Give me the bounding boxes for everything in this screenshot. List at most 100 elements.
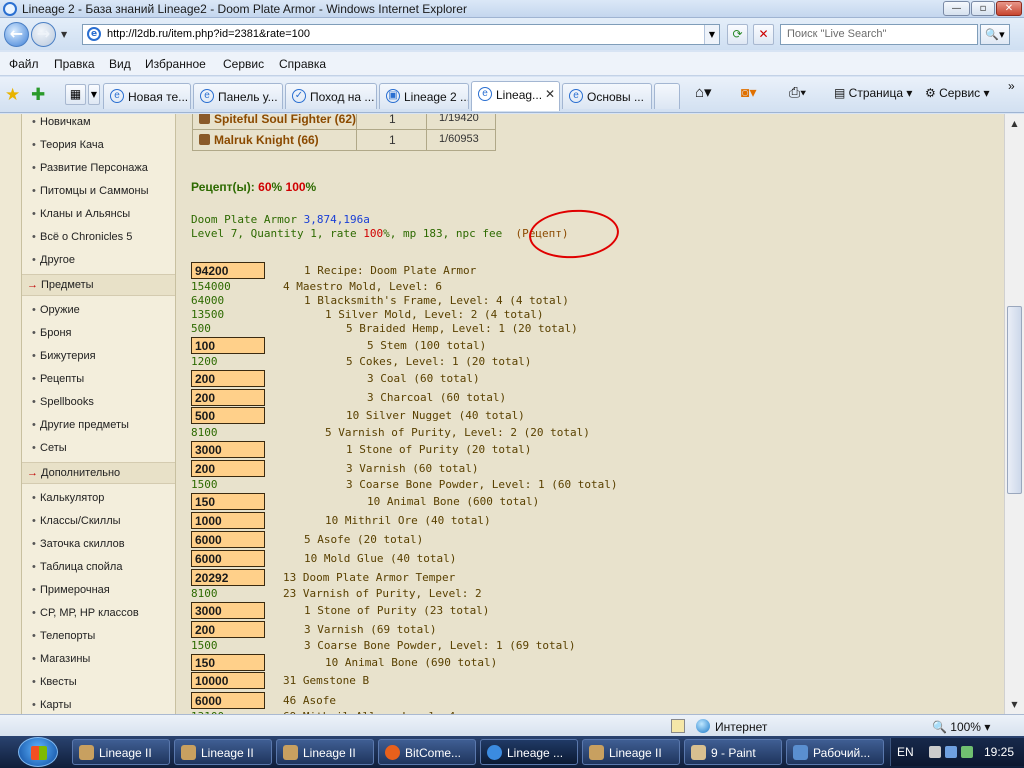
price-input[interactable]: 100 (191, 337, 265, 354)
volume-icon[interactable] (961, 746, 973, 758)
sidebar-item-development[interactable]: Развитие Персонажа (32, 162, 148, 174)
sidebar-item-pets[interactable]: Питомцы и Саммоны (32, 185, 148, 197)
price-input[interactable]: 200 (191, 621, 265, 638)
price-input[interactable]: 150 (191, 493, 265, 510)
sidebar-section-items[interactable]: → Предметы (22, 274, 175, 296)
zoom-level[interactable]: 🔍 100% ▾ (932, 720, 990, 734)
price-input[interactable]: 6000 (191, 550, 265, 567)
print-icon[interactable]: ⎙▾ (789, 84, 806, 101)
menu-edit[interactable]: Правка (54, 57, 95, 71)
price-input[interactable]: 200 (191, 460, 265, 477)
protected-mode-icon[interactable] (671, 719, 685, 733)
task-lineage-3[interactable]: Lineage II (276, 739, 374, 765)
history-dropdown-icon[interactable]: ▼ (61, 30, 67, 39)
task-lineage-4[interactable]: Lineage II (582, 739, 680, 765)
security-zone[interactable]: Интернет (715, 720, 767, 734)
tab-3[interactable]: ✓ Поход на ... (285, 83, 377, 109)
price-input[interactable]: 10000 (191, 672, 265, 689)
recipe-60-link[interactable]: 60 (258, 180, 271, 194)
sidebar-item-enchant[interactable]: Заточка скиллов (32, 538, 125, 550)
maximize-button[interactable]: ▫ (971, 1, 995, 16)
sidebar-item-shops[interactable]: Магазины (32, 653, 90, 665)
back-button[interactable]: ← (4, 22, 29, 47)
quick-tabs-icon[interactable]: ▦ (65, 84, 86, 105)
task-ie[interactable]: Lineage ... (480, 739, 578, 765)
sidebar-item-chronicles[interactable]: Всё о Chronicles 5 (32, 231, 132, 243)
menu-help[interactable]: Справка (279, 57, 326, 71)
language-indicator[interactable]: EN (897, 745, 914, 759)
monster-link[interactable]: Malruk Knight (66) (214, 133, 319, 147)
address-url[interactable]: http://l2db.ru/item.php?id=2381&rate=100 (107, 28, 310, 40)
scroll-thumb[interactable] (1007, 306, 1022, 494)
sidebar-item-classes[interactable]: Классы/Скиллы (32, 515, 121, 527)
price-input[interactable]: 3000 (191, 602, 265, 619)
recipe-100-link[interactable]: 100 (286, 180, 306, 194)
sidebar-item-fitting[interactable]: Примерочная (32, 584, 110, 596)
menu-favorites[interactable]: Избранное (145, 57, 206, 71)
sidebar-item-other[interactable]: Другое (32, 254, 75, 266)
price-input[interactable]: 3000 (191, 441, 265, 458)
task-lineage-2[interactable]: Lineage II (174, 739, 272, 765)
sidebar-item-weapons[interactable]: Оружие (32, 304, 80, 316)
price-input[interactable]: 20292 (191, 569, 265, 586)
sidebar-item-recipes[interactable]: Рецепты (32, 373, 84, 385)
favorites-star-icon[interactable]: ★ (5, 85, 20, 105)
address-dropdown-icon[interactable]: ▼ (704, 25, 719, 44)
sidebar-item-sets[interactable]: Сеты (32, 442, 67, 454)
sidebar-item-calculator[interactable]: Калькулятор (32, 492, 104, 504)
clock[interactable]: 19:25 (984, 745, 1014, 759)
tray-arrow-icon[interactable] (929, 746, 941, 758)
price-input[interactable]: 94200 (191, 262, 265, 279)
sidebar-item-teleports[interactable]: Телепорты (32, 630, 95, 642)
tab-2[interactable]: e Панель у... (193, 83, 283, 109)
price-input[interactable]: 1000 (191, 512, 265, 529)
sidebar-item-theory[interactable]: Теория Кача (32, 139, 104, 151)
sidebar-item-stats[interactable]: СР, МР, НР классов (32, 607, 139, 619)
minimize-button[interactable]: — (943, 1, 970, 16)
sidebar-item-novice[interactable]: Новичкам (32, 116, 90, 128)
sidebar-item-maps[interactable]: Карты (32, 699, 71, 711)
network-icon[interactable] (945, 746, 957, 758)
task-bitcomet[interactable]: BitCome... (378, 739, 476, 765)
search-icon[interactable]: 🔍▾ (980, 24, 1010, 45)
sidebar-item-quests[interactable]: Квесты (32, 676, 77, 688)
price-input[interactable]: 200 (191, 370, 265, 387)
price-input[interactable]: 6000 (191, 531, 265, 548)
tools-menu[interactable]: ⚙ Сервис ▾ (925, 86, 990, 100)
address-bar[interactable]: e http://l2db.ru/item.php?id=2381&rate=1… (82, 24, 720, 45)
start-button[interactable] (18, 737, 58, 767)
search-input[interactable]: Поиск "Live Search" (780, 24, 978, 45)
refresh-button[interactable]: ⟳ (727, 24, 748, 45)
sidebar-item-jewelry[interactable]: Бижутерия (32, 350, 96, 362)
sidebar-item-armor[interactable]: Броня (32, 327, 71, 339)
sidebar-section-extra[interactable]: → Дополнительно (22, 462, 175, 484)
stop-button[interactable]: ✕ (753, 24, 774, 45)
sidebar-item-clans[interactable]: Кланы и Альянсы (32, 208, 130, 220)
task-paint[interactable]: 9 - Paint (684, 739, 782, 765)
home-icon[interactable]: ⌂▾ (695, 83, 712, 101)
feeds-icon[interactable]: ◙▾ (741, 84, 756, 101)
add-favorites-icon[interactable]: ✚ (31, 85, 45, 105)
more-chevron-icon[interactable]: » (1008, 79, 1015, 93)
price-input[interactable]: 150 (191, 654, 265, 671)
page-menu[interactable]: ▤ Страница ▾ (834, 86, 912, 100)
sidebar-item-spellbooks[interactable]: Spellbooks (32, 396, 94, 408)
monster-link[interactable]: Spiteful Soul Fighter (62) (214, 114, 356, 126)
price-input[interactable]: 200 (191, 389, 265, 406)
task-desktop[interactable]: Рабочий... (786, 739, 884, 765)
sidebar-item-other-items[interactable]: Другие предметы (32, 419, 129, 431)
price-input[interactable]: 500 (191, 407, 265, 424)
menu-tools[interactable]: Сервис (223, 57, 264, 71)
scroll-up-icon[interactable]: ▲ (1007, 116, 1022, 131)
task-lineage-1[interactable]: Lineage II (72, 739, 170, 765)
tab-4[interactable]: ▣ Lineage 2 ... (379, 83, 469, 109)
vertical-scrollbar[interactable]: ▲ ▼ (1004, 114, 1024, 714)
tab-list-dropdown-icon[interactable]: ▼ (88, 84, 100, 105)
menu-file[interactable]: Файл (9, 57, 39, 71)
sidebar-item-spoil[interactable]: Таблица спойла (32, 561, 122, 573)
new-tab-button[interactable] (654, 83, 680, 109)
close-tab-icon[interactable]: ✕ (545, 87, 555, 101)
menu-view[interactable]: Вид (109, 57, 131, 71)
tab-5-active[interactable]: e Lineag... ✕ (471, 81, 560, 111)
tab-1[interactable]: e Новая те... (103, 83, 191, 109)
